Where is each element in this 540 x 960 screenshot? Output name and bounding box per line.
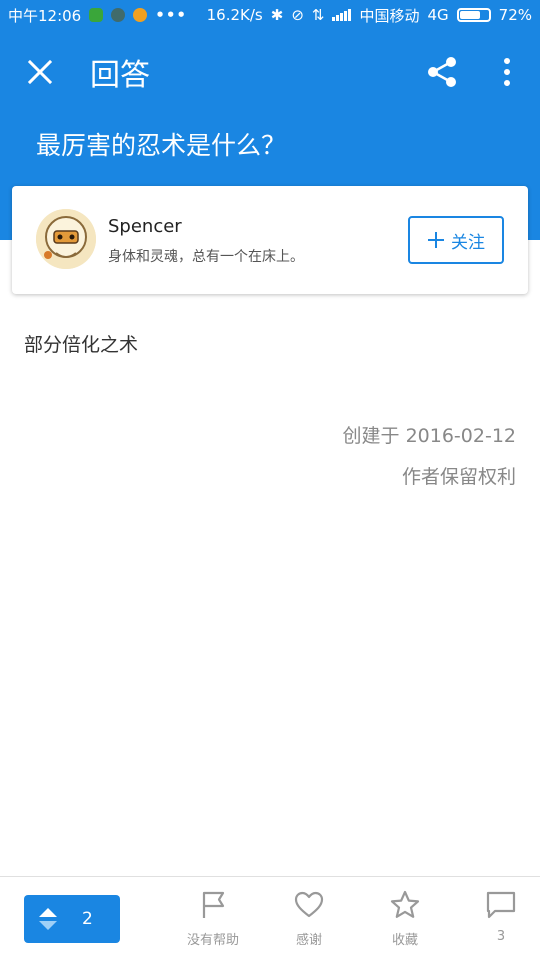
battery-level: 72%	[498, 6, 532, 24]
plus-icon	[428, 232, 444, 248]
app-notification-icon	[111, 8, 126, 22]
author-card[interactable]: Spencer 身体和灵魂，总有一个在床上。 关注	[12, 186, 528, 294]
share-icon	[428, 57, 456, 87]
bitcoin-icon	[133, 8, 148, 22]
vibrate-off-icon: ⊘	[291, 6, 304, 24]
security-icon	[89, 8, 104, 22]
vote-count: 2	[82, 909, 93, 929]
follow-label: 关注	[451, 232, 485, 253]
comment-count: 3	[496, 929, 506, 944]
comments-button[interactable]: 3	[456, 889, 540, 953]
data-transfer-icon: ⇅	[311, 6, 325, 24]
status-bar: 中午12:06 ••• 16.2K/s ✱ ⊘ ⇅ 中国移动 4G 72%	[0, 0, 540, 30]
network-type: 4G	[427, 6, 449, 24]
battery-icon	[456, 8, 491, 22]
bluetooth-icon: ✱	[270, 6, 284, 24]
follow-button[interactable]: 关注	[408, 216, 504, 264]
collect-button[interactable]: 收藏	[360, 889, 450, 953]
not-helpful-label: 没有帮助	[186, 933, 239, 948]
share-button[interactable]	[423, 52, 463, 92]
close-icon	[27, 59, 53, 85]
vote-button[interactable]: 2	[24, 895, 120, 943]
flag-icon	[202, 891, 225, 918]
heart-icon	[294, 891, 324, 918]
network-speed: 16.2K/s	[206, 6, 263, 24]
star-icon	[390, 890, 420, 918]
more-options-button[interactable]	[487, 52, 527, 92]
thanks-button[interactable]: 感谢	[264, 889, 354, 953]
avatar[interactable]	[36, 209, 96, 269]
vote-arrows-icon	[24, 895, 72, 943]
comment-icon	[486, 891, 516, 919]
battery-fill	[459, 11, 480, 19]
page-title: 回答	[90, 58, 150, 93]
avatar-image	[36, 209, 96, 269]
carrier-name: 中国移动	[359, 6, 420, 25]
close-button[interactable]	[0, 30, 80, 114]
signal-icon	[332, 9, 352, 21]
answer-body: 部分倍化之术	[24, 334, 139, 356]
copyright-notice: 作者保留权利	[401, 466, 516, 488]
author-bio: 身体和灵魂，总有一个在床上。	[108, 249, 304, 265]
status-time: 中午12:06	[8, 6, 82, 25]
bottom-action-bar: 2 没有帮助 感谢 收藏 3	[0, 876, 540, 960]
collect-label: 收藏	[391, 933, 418, 948]
not-helpful-button[interactable]: 没有帮助	[168, 889, 258, 953]
author-name[interactable]: Spencer	[108, 216, 182, 237]
created-date: 创建于 2016-02-12	[342, 425, 516, 447]
question-title[interactable]: 最厉害的忍术是什么？	[36, 126, 286, 162]
more-notifications-icon: •••	[155, 6, 187, 24]
more-vert-icon	[504, 58, 510, 86]
thanks-label: 感谢	[295, 933, 322, 948]
